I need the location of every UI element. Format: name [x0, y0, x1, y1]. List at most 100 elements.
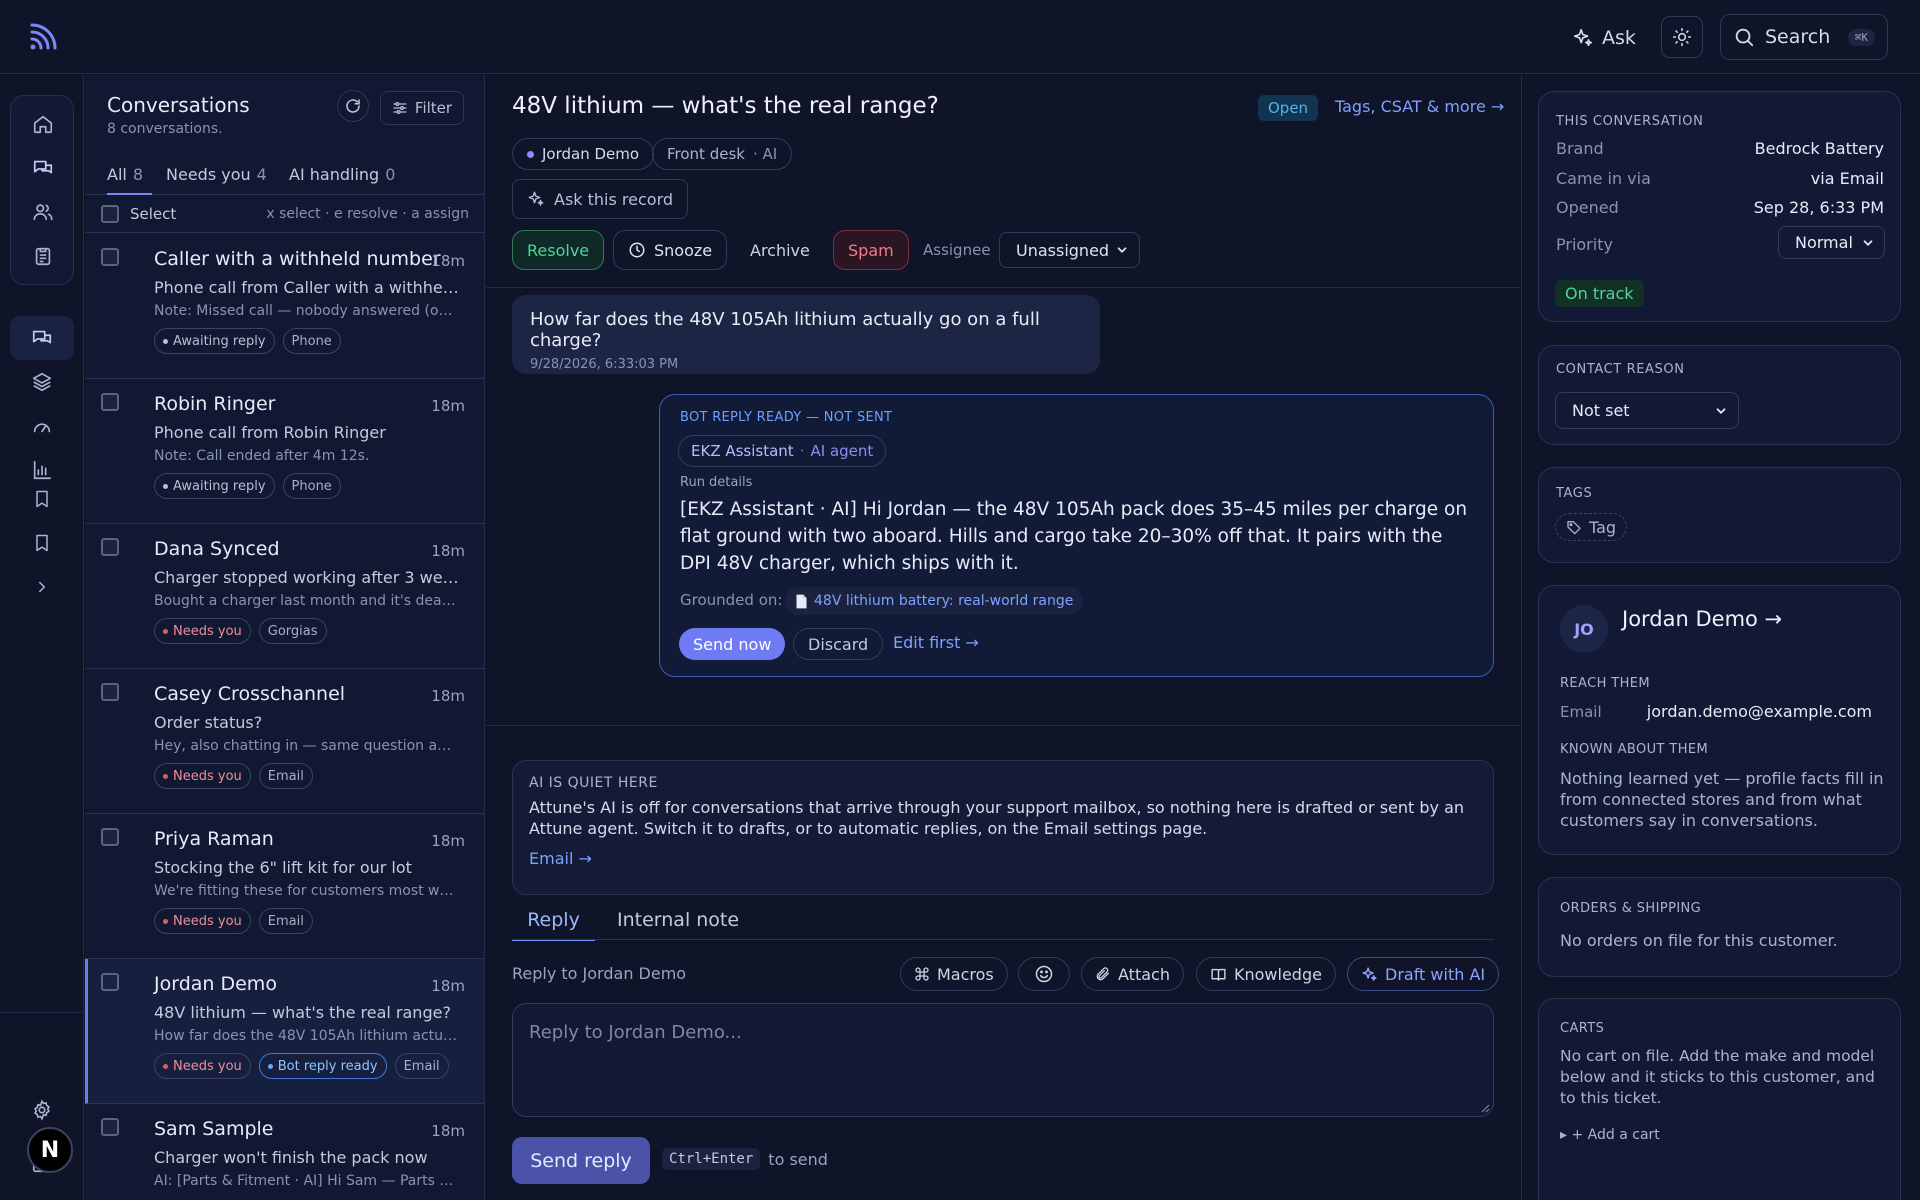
archive-button[interactable]: Archive [736, 230, 824, 270]
gear-icon[interactable] [10, 1088, 74, 1132]
home-icon[interactable] [11, 102, 75, 146]
run-details-link[interactable]: Run details [680, 475, 752, 490]
chevron-down-icon [1115, 243, 1129, 257]
resolve-button[interactable]: Resolve [512, 230, 605, 270]
contact-reason-select[interactable]: Not set [1555, 392, 1739, 429]
reply-to-label: Reply to Jordan Demo [512, 964, 687, 983]
macros-button[interactable]: Macros [900, 957, 1008, 991]
divider [486, 287, 1520, 288]
bookmark-icon[interactable] [10, 521, 74, 565]
list-item[interactable]: Priya Raman 18m Stocking the 6" lift kit… [85, 814, 484, 959]
email-settings-link[interactable]: Email → [529, 849, 1477, 868]
assignee-label: Assignee [923, 241, 991, 259]
card-title: ORDERS & SHIPPING [1560, 901, 1702, 916]
ask-label: Ask [1602, 27, 1636, 49]
send-now-button[interactable]: Send now [679, 628, 786, 660]
bookmark-icon[interactable] [10, 477, 74, 521]
command-icon [914, 966, 930, 982]
knowledge-button[interactable]: Knowledge [1196, 957, 1336, 991]
users-icon[interactable] [11, 190, 75, 234]
row-checkbox[interactable] [101, 683, 119, 701]
add-tag-button[interactable]: Tag [1555, 513, 1628, 541]
resize-grip-icon[interactable] [1480, 1103, 1490, 1113]
send-reply-button[interactable]: Send reply [512, 1137, 650, 1184]
desk-chip-sub: · AI [752, 145, 778, 163]
discard-button[interactable]: Discard [793, 628, 884, 660]
theme-toggle-button[interactable] [1661, 16, 1703, 58]
emoji-button[interactable] [1018, 957, 1070, 991]
list-item[interactable]: Caller with a withheld number 18m Phone … [85, 234, 484, 379]
clipboard-icon[interactable] [11, 234, 75, 278]
edit-first-link[interactable]: Edit first → [893, 633, 979, 652]
item-subject: Order status? [154, 713, 263, 732]
item-time: 18m [431, 687, 465, 705]
item-time: 18m [431, 832, 465, 850]
item-subject: 48V lithium — what's the real range? [154, 1003, 451, 1022]
tab-all[interactable]: All 8 [107, 159, 152, 195]
add-cart-toggle[interactable]: ▸ + Add a cart [1560, 1127, 1660, 1143]
item-subject: Charger won't finish the pack now [154, 1148, 428, 1167]
priority-select[interactable]: Normal [1778, 226, 1885, 259]
draft-with-ai-button[interactable]: Draft with AI [1347, 957, 1500, 991]
contact-name: Casey Crosschannel [154, 683, 346, 705]
search-button[interactable]: Search ⌘K [1720, 14, 1888, 60]
refresh-button[interactable] [337, 90, 369, 122]
row-checkbox[interactable] [101, 973, 119, 991]
list-item[interactable]: Dana Synced 18m Charger stopped working … [85, 524, 484, 669]
tab-ai-handling[interactable]: AI handling 0 [289, 159, 395, 195]
layers-icon[interactable] [10, 360, 74, 404]
status-badge: Needs you [154, 618, 251, 644]
came-in-label: Came in via [1556, 169, 1651, 188]
row-checkbox[interactable] [101, 828, 119, 846]
sla-badge: On track [1555, 280, 1644, 307]
tab-reply[interactable]: Reply [512, 901, 595, 941]
desk-chip[interactable]: Front desk · AI [652, 138, 793, 170]
row-checkbox[interactable] [101, 248, 119, 266]
reply-textarea[interactable]: Reply to Jordan Demo... [512, 1003, 1494, 1117]
item-preview: Hey, also chatting in — same question ab… [154, 738, 459, 754]
spam-button[interactable]: Spam [833, 230, 909, 270]
ask-this-record-button[interactable]: Ask this record [512, 179, 689, 219]
filter-button[interactable]: Filter [380, 91, 464, 125]
list-item-selected[interactable]: Jordan Demo 18m 48V lithium — what's the… [85, 959, 484, 1104]
user-avatar[interactable]: N [27, 1127, 73, 1173]
tab-needs-you[interactable]: Needs you 4 [166, 159, 267, 195]
list-item[interactable]: Sam Sample 18m Charger won't finish the … [85, 1104, 484, 1200]
list-item[interactable]: Casey Crosschannel 18m Order status? Hey… [85, 669, 484, 814]
ask-button[interactable]: Ask [1560, 18, 1648, 58]
priority-label: Priority [1556, 235, 1613, 254]
tab-internal-note[interactable]: Internal note [615, 901, 739, 941]
status-badge[interactable]: Open [1258, 95, 1319, 121]
tags-csat-link[interactable]: Tags, CSAT & more → [1335, 97, 1504, 116]
tab-label: AI handling [289, 165, 380, 184]
logo-icon[interactable] [28, 20, 60, 52]
card-title: TAGS [1556, 486, 1593, 501]
snooze-button[interactable]: Snooze [613, 230, 728, 270]
row-checkbox[interactable] [101, 1118, 119, 1136]
attach-button[interactable]: Attach [1081, 957, 1184, 991]
email-value[interactable]: jordan.demo@example.com [1647, 702, 1872, 721]
grounded-source-link[interactable]: 48V lithium battery: real-world range [785, 587, 1084, 615]
assignee-select[interactable]: Unassigned [999, 232, 1140, 268]
gauge-icon[interactable] [10, 404, 74, 448]
contact-name-link[interactable]: Jordan Demo → [1622, 607, 1782, 631]
notice-title: AI IS QUIET HERE [529, 775, 658, 791]
channel-badge: Phone [282, 328, 341, 354]
brand-value: Bedrock Battery [1754, 139, 1884, 158]
contact-chip[interactable]: Jordan Demo [512, 138, 655, 170]
contact-name: Priya Raman [154, 828, 274, 850]
row-checkbox[interactable] [101, 393, 119, 411]
select-all-checkbox[interactable] [101, 205, 119, 223]
bot-ready-badge: Bot reply ready [258, 1053, 387, 1079]
item-subject: Phone call from Robin Ringer [154, 423, 386, 442]
status-dot [527, 150, 534, 158]
row-checkbox[interactable] [101, 538, 119, 556]
ask-record-label: Ask this record [554, 189, 674, 209]
item-preview: Note: Call ended after 4m 12s. [154, 448, 370, 464]
chat-icon[interactable] [11, 146, 75, 190]
list-item[interactable]: Robin Ringer 18m Phone call from Robin R… [85, 379, 484, 524]
chevron-right-icon[interactable] [10, 565, 74, 609]
filter-label: Filter [414, 99, 453, 117]
item-time: 18m [431, 397, 465, 415]
inbox-icon[interactable] [10, 316, 74, 360]
